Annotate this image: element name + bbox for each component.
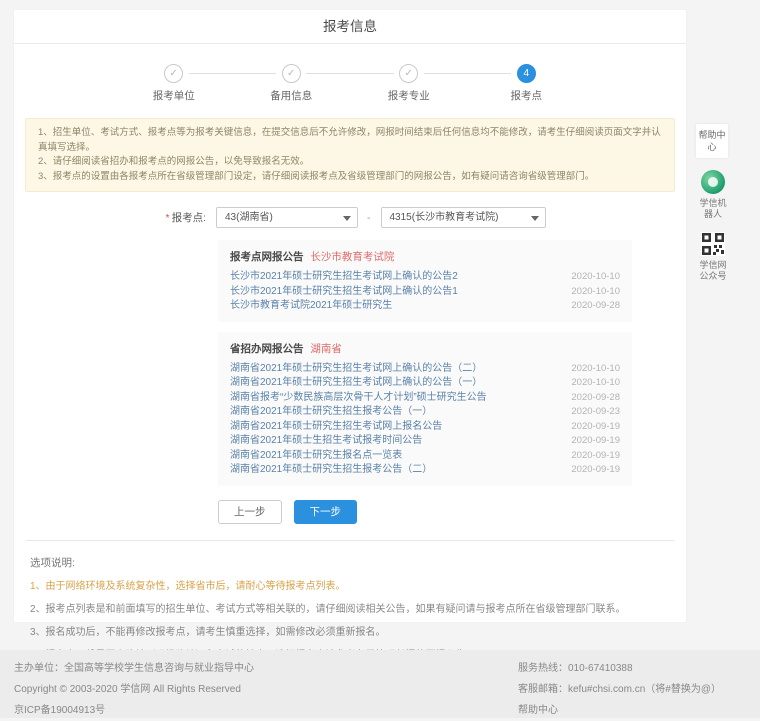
board-subtitle: 长沙市教育考试院 [310, 251, 394, 263]
help-center-widget[interactable]: 帮助中心 [696, 124, 728, 158]
exam-site-label: *报考点: [14, 210, 206, 225]
announcement-row: 湖南省2021年硕士研究生招生考试网上确认的公告（二） 2020-10-10 [230, 362, 620, 377]
board-title: 省招办网报公告 [230, 343, 304, 355]
announcement-link[interactable]: 湖南省报考“少数民族高层次骨干人才计划”硕士研究生公告 [230, 391, 487, 406]
footer-email: 客服邮箱：kefu#chsi.com.cn（将#替换为@） [518, 679, 721, 700]
page-title: 报考信息 [14, 10, 686, 44]
exam-site-form-row: *报考点: 43(湖南省) - 4315(长沙市教育考试院) [14, 207, 686, 228]
announcement-date: 2020-10-10 [571, 376, 620, 391]
announcement-date: 2020-09-19 [571, 434, 620, 449]
select-separator: - [367, 212, 371, 224]
qr-code-label: 学信网公众号 [696, 260, 730, 282]
footer-left-column: 主办单位：全国高等学校学生信息咨询与就业指导中心 Copyright © 200… [14, 658, 254, 721]
announcement-row: 湖南省2021年硕士研究生报名点一览表 2020-09-19 [230, 449, 620, 464]
step-label: 报考单位 [115, 88, 233, 103]
announcement-row: 湖南省报考“少数民族高层次骨干人才计划”硕士研究生公告 2020-09-28 [230, 391, 620, 406]
qr-code-widget[interactable]: 学信网公众号 [696, 232, 730, 282]
exam-site-select-value: 4315(长沙市教育考试院) [390, 212, 499, 223]
notice-line: 1、招生单位、考试方式、报考点等为报考关键信息，在提交信息后不允许修改，网报时间… [38, 126, 662, 155]
footer-host: 主办单位：全国高等学校学生信息咨询与就业指导中心 [14, 658, 254, 679]
application-info-card: 报考信息 ✓ 报考单位 ✓ 备用信息 ✓ 报考专业 4 报考点 1、招生单位、考… [14, 10, 686, 622]
board-header: 报考点网报公告 长沙市教育考试院 [230, 249, 620, 264]
announcement-row: 湖南省2021年硕士生招生考试报考时间公告 2020-09-19 [230, 434, 620, 449]
robot-label: 学信机器人 [696, 198, 730, 220]
footer-copyright: Copyright © 2003-2020 学信网 All Rights Res… [14, 679, 254, 700]
footer-right-column: 服务热线：010-67410388 客服邮箱：kefu#chsi.com.cn（… [518, 658, 721, 721]
check-circle-icon: ✓ [399, 64, 418, 83]
announcement-date: 2020-10-10 [571, 285, 620, 300]
announcement-date: 2020-10-10 [571, 362, 620, 377]
step-exam-site: 4 报考点 [468, 64, 586, 103]
province-select[interactable]: 43(湖南省) [216, 207, 358, 228]
announcement-link[interactable]: 湖南省2021年硕士研究生招生考试网上确认的公告（一） [230, 376, 482, 391]
floating-side-widgets: 帮助中心 学信机器人 学信网公众号 [696, 124, 730, 282]
board-title: 报考点网报公告 [230, 251, 304, 263]
options-note-section: 选项说明: 1、由于网络环境及系统复杂性，选择省市后，请耐心等待报考点列表。 2… [14, 541, 686, 662]
check-circle-icon: ✓ [164, 64, 183, 83]
announcement-row: 湖南省2021年硕士研究生招生报考公告（二） 2020-09-19 [230, 463, 620, 478]
check-circle-icon: ✓ [282, 64, 301, 83]
announcement-link[interactable]: 湖南省2021年硕士研究生报名点一览表 [230, 449, 402, 464]
qr-code-icon [701, 232, 725, 256]
announcement-link[interactable]: 长沙市教育考试院2021年硕士研究生 [230, 299, 392, 314]
options-note-line: 1、由于网络环境及系统复杂性，选择省市后，请耐心等待报考点列表。 [30, 581, 670, 593]
announcement-date: 2020-09-19 [571, 420, 620, 435]
options-note-line: 2、报考点列表是和前面填写的招生单位、考试方式等相关联的，请仔细阅读相关公告，如… [30, 604, 670, 616]
next-step-button[interactable]: 下一步 [294, 500, 358, 524]
announcement-row: 湖南省2021年硕士研究生招生考试网上报名公告 2020-09-19 [230, 420, 620, 435]
footer-hotline: 服务热线：010-67410388 [518, 658, 721, 679]
announcement-link[interactable]: 湖南省2021年硕士研究生招生考试网上确认的公告（二） [230, 362, 482, 377]
notice-line: 2、请仔细阅读省招办和报考点的网报公告，以免导致报名无效。 [38, 155, 662, 170]
announcement-row: 长沙市教育考试院2021年硕士研究生 2020-09-28 [230, 299, 620, 314]
announcement-link[interactable]: 长沙市2021年硕士研究生招生考试网上确认的公告2 [230, 270, 458, 285]
options-note-title: 选项说明: [30, 555, 670, 570]
announcement-date: 2020-09-28 [571, 391, 620, 406]
step-number-badge: 4 [517, 64, 536, 83]
announcement-row: 长沙市2021年硕士研究生招生考试网上确认的公告2 2020-10-10 [230, 270, 620, 285]
exam-site-announcement-board: 报考点网报公告 长沙市教育考试院 长沙市2021年硕士研究生招生考试网上确认的公… [218, 240, 632, 322]
announcement-date: 2020-09-23 [571, 405, 620, 420]
province-select-value: 43(湖南省) [225, 212, 273, 223]
announcement-link[interactable]: 湖南省2021年硕士研究生招生报考公告（二） [230, 463, 432, 478]
robot-icon [701, 170, 725, 194]
previous-step-button[interactable]: 上一步 [218, 500, 282, 524]
announcement-link[interactable]: 湖南省2021年硕士生招生考试报考时间公告 [230, 434, 422, 449]
announcement-row: 长沙市2021年硕士研究生招生考试网上确认的公告1 2020-10-10 [230, 285, 620, 300]
options-note-line: 3、报名成功后，不能再修改报考点，请考生慎重选择，如需修改必须重新报名。 [30, 627, 670, 639]
exam-site-select[interactable]: 4315(长沙市教育考试院) [381, 207, 546, 228]
chevron-down-icon [343, 216, 351, 221]
announcement-date: 2020-09-19 [571, 449, 620, 464]
step-label: 报考点 [468, 88, 586, 103]
notice-box: 1、招生单位、考试方式、报考点等为报考关键信息，在提交信息后不允许修改，网报时间… [25, 118, 675, 192]
page-footer: 主办单位：全国高等学校学生信息咨询与就业指导中心 Copyright © 200… [0, 650, 760, 718]
notice-line: 3、报考点的设置由各报考点所在省级管理部门设定，请仔细阅读报考点及省级管理部门的… [38, 170, 662, 185]
announcement-link[interactable]: 湖南省2021年硕士研究生招生报考公告（一） [230, 405, 432, 420]
announcement-row: 湖南省2021年硕士研究生招生报考公告（一） 2020-09-23 [230, 405, 620, 420]
step-backup-info: ✓ 备用信息 [233, 64, 351, 103]
announcement-date: 2020-09-28 [571, 299, 620, 314]
step-progress: ✓ 报考单位 ✓ 备用信息 ✓ 报考专业 4 报考点 [115, 64, 585, 103]
step-label: 报考专业 [350, 88, 468, 103]
announcement-link[interactable]: 长沙市2021年硕士研究生招生考试网上确认的公告1 [230, 285, 458, 300]
announcement-row: 湖南省2021年硕士研究生招生考试网上确认的公告（一） 2020-10-10 [230, 376, 620, 391]
wizard-buttons: 上一步 下一步 [218, 500, 686, 524]
step-label: 备用信息 [233, 88, 351, 103]
step-enrollment-unit: ✓ 报考单位 [115, 64, 233, 103]
announcement-date: 2020-09-19 [571, 463, 620, 478]
chevron-down-icon [531, 216, 539, 221]
chat-robot-widget[interactable]: 学信机器人 [696, 170, 730, 220]
board-subtitle: 湖南省 [310, 343, 342, 355]
board-header: 省招办网报公告 湖南省 [230, 341, 620, 356]
announcement-date: 2020-10-10 [571, 270, 620, 285]
step-major: ✓ 报考专业 [350, 64, 468, 103]
announcement-link[interactable]: 湖南省2021年硕士研究生招生考试网上报名公告 [230, 420, 442, 435]
province-announcement-board: 省招办网报公告 湖南省 湖南省2021年硕士研究生招生考试网上确认的公告（二） … [218, 332, 632, 486]
required-asterisk: * [165, 212, 169, 224]
